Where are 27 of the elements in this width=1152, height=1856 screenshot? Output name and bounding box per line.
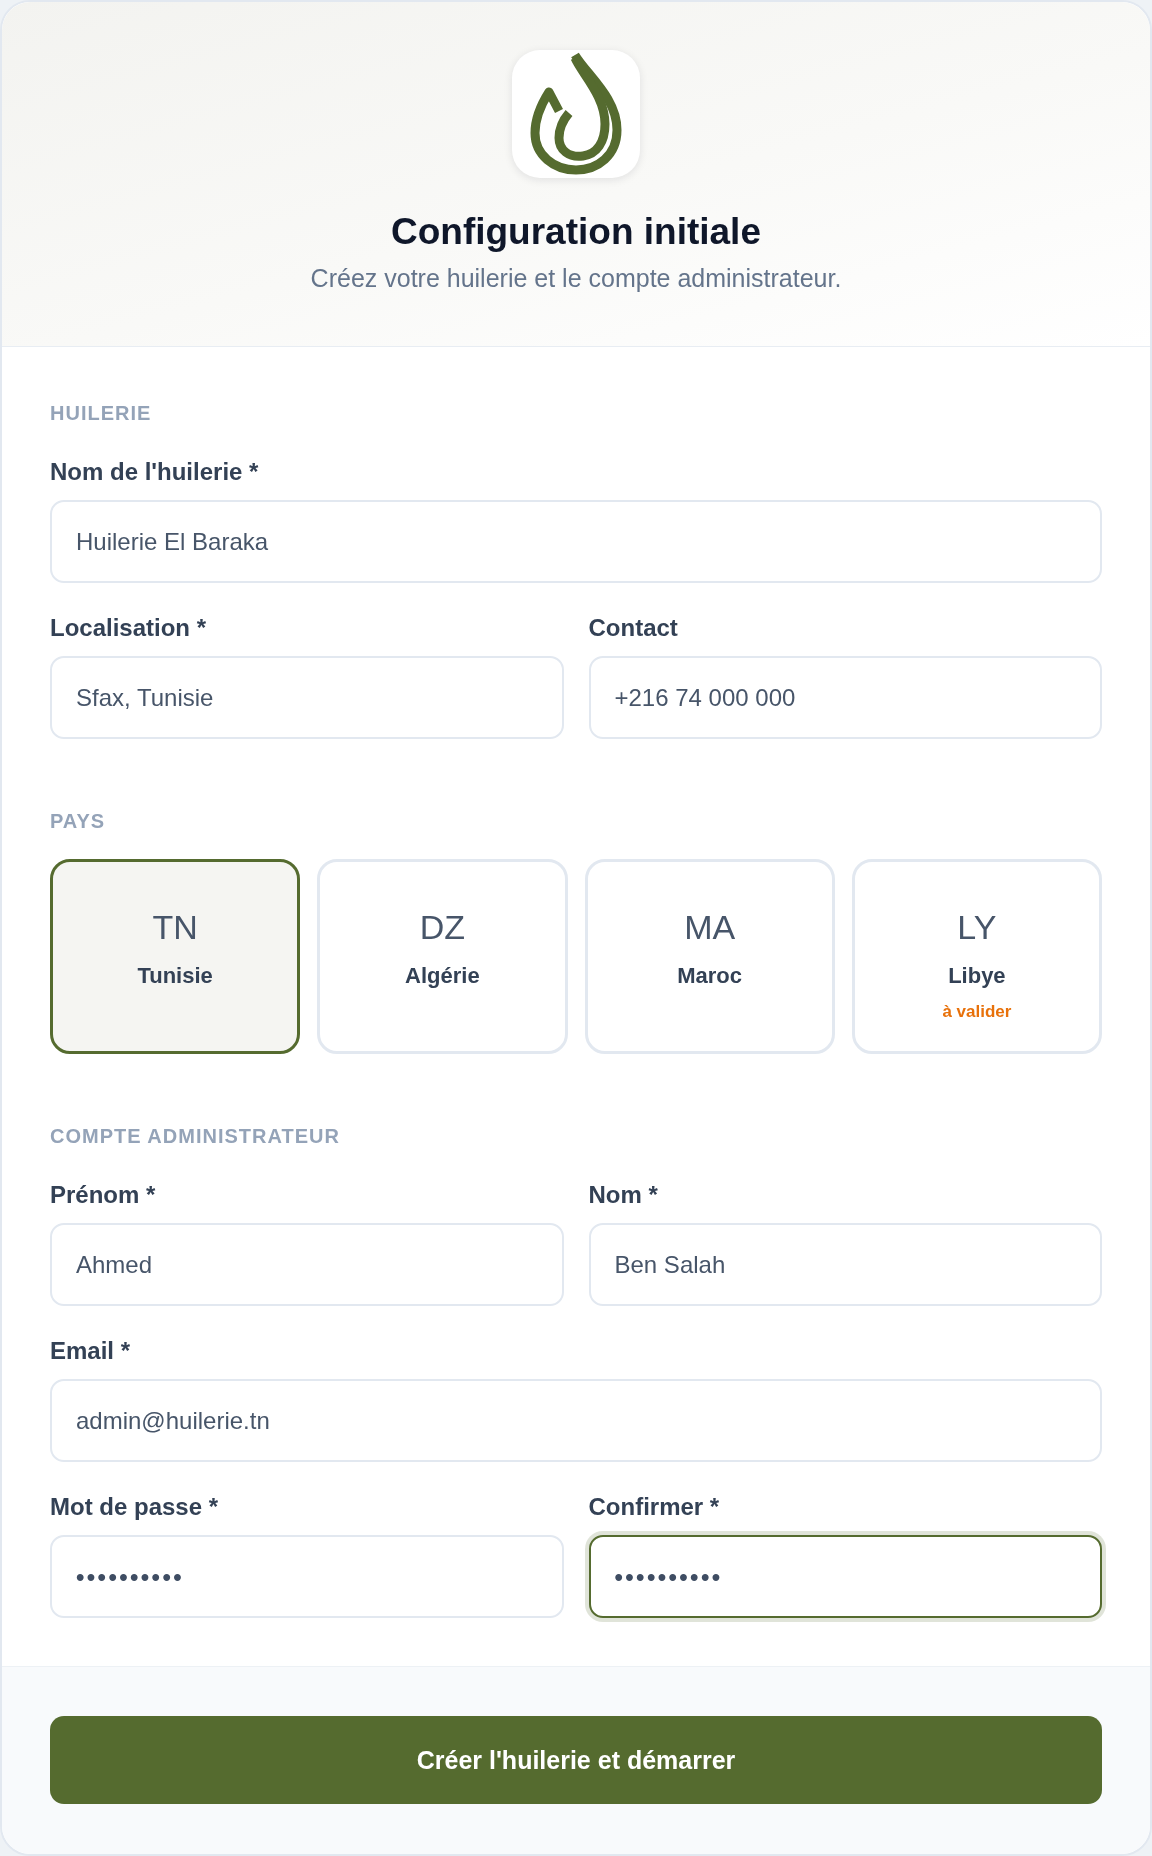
password-input[interactable]: •••••••••• xyxy=(50,1535,564,1618)
submit-button[interactable]: Créer l'huilerie et démarrer xyxy=(50,1716,1102,1804)
text-input[interactable]: admin@huilerie.tn xyxy=(50,1379,1102,1462)
country-option[interactable]: MA Maroc xyxy=(584,859,835,1054)
section-heading: COMPTE ADMINISTRATEUR xyxy=(50,1124,341,1148)
text-input[interactable]: Ahmed xyxy=(50,1223,564,1306)
country-option[interactable]: LY Libye à valider xyxy=(851,859,1102,1054)
text-input[interactable]: Huilerie El Baraka xyxy=(50,500,1102,583)
section-heading: PAYS xyxy=(50,809,107,833)
field-label: Nom de l'huilerie * xyxy=(50,457,260,487)
text-input[interactable]: +216 74 000 000 xyxy=(588,656,1102,739)
field-label: Localisation * xyxy=(50,613,208,643)
password-input[interactable]: •••••••••• xyxy=(588,1535,1102,1618)
field-label: Email * xyxy=(50,1336,132,1366)
field-label: Mot de passe * xyxy=(50,1492,220,1522)
text-input[interactable]: Sfax, Tunisie xyxy=(50,656,564,739)
field-label: Confirmer * xyxy=(588,1492,721,1522)
oil-drop-logo-icon xyxy=(512,50,640,178)
page-subtitle: Créez votre huilerie et le compte administrateur. xyxy=(310,263,842,294)
page-title: Configuration initiale xyxy=(391,210,761,254)
section-heading: HUILERIE xyxy=(50,401,153,425)
text-input[interactable]: Ben Salah xyxy=(588,1223,1102,1306)
country-option[interactable]: DZ Algérie xyxy=(317,859,568,1054)
field-label: Nom * xyxy=(588,1180,659,1210)
field-label: Prénom * xyxy=(50,1180,157,1210)
field-label: Contact xyxy=(588,613,679,643)
country-option[interactable]: TN Tunisie xyxy=(50,859,301,1054)
